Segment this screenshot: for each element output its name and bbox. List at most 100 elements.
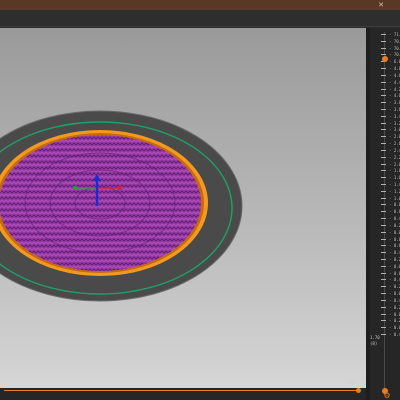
layer-tick	[381, 68, 386, 70]
layer-tick	[381, 149, 386, 151]
layer-tick	[381, 143, 386, 145]
layer-tick	[381, 40, 386, 42]
title-bar: ✕	[0, 0, 400, 10]
layer-tick	[381, 102, 386, 104]
layer-tick	[381, 177, 386, 179]
layer-tick	[381, 252, 386, 254]
close-icon[interactable]: ✕	[376, 0, 386, 10]
layer-tick	[381, 204, 386, 206]
layer-tick-label: - 0.4	[389, 277, 400, 283]
layer-tick-label: - 3.0	[389, 127, 400, 133]
axis-x-dot	[118, 186, 122, 190]
layer-tick	[381, 306, 386, 308]
layer-tick-label: - 0.2	[389, 284, 400, 290]
layer-tick	[381, 245, 386, 247]
layer-tick-label: - 0.6	[389, 270, 400, 276]
layer-tick	[381, 299, 386, 301]
layer-tick-label: - 0.0	[389, 291, 400, 297]
plate-preview	[0, 110, 243, 302]
move-slider-value: 4097	[348, 380, 358, 385]
layer-tick	[381, 334, 386, 335]
layer-tick	[381, 211, 386, 213]
layer-readout: 1.70 (8)	[370, 335, 380, 347]
layer-tick-label: - 4.2	[389, 86, 400, 92]
layer-tick	[381, 34, 386, 35]
move-slider-handle[interactable]	[356, 388, 361, 393]
layer-tick-label: - 0.8	[389, 202, 400, 208]
3d-viewport[interactable]	[0, 28, 366, 388]
layer-tick	[381, 95, 386, 97]
layer-tick	[381, 320, 386, 322]
layer-tick	[381, 286, 386, 288]
layer-tick	[381, 259, 386, 260]
layer-tick-label: - 0.0	[389, 229, 400, 235]
layer-tick-label: - 2.8	[389, 134, 400, 140]
layer-tick-label: - 70.0	[389, 52, 400, 58]
layer-tick-label: - 0.2	[389, 222, 400, 228]
layer-tick	[381, 313, 386, 315]
layer-tick-label: - 1.2	[389, 188, 400, 194]
layer-tick	[381, 170, 386, 172]
layer-tick	[381, 218, 386, 220]
layer-number-value: (8)	[370, 341, 378, 346]
settings-icon[interactable]: ⚙	[382, 390, 392, 400]
layer-tick	[381, 197, 386, 199]
layer-tick	[381, 190, 386, 192]
layer-tick-label: - 4.6	[389, 72, 400, 78]
layer-tick-label: - 6.0	[389, 59, 400, 65]
layer-tick-label: - 3.8	[389, 100, 400, 106]
layer-tick-label: - 0.6	[389, 209, 400, 215]
layer-tick-label: - 0.2	[389, 318, 400, 324]
layer-tick-label: - 0.4	[389, 297, 400, 303]
move-slider-track[interactable]	[4, 390, 358, 391]
layer-tick-label: - 70.2	[389, 45, 400, 51]
layer-tick-label: - 3.6	[389, 107, 400, 112]
layer-tick-label: - 0.0	[389, 311, 400, 317]
layer-tick	[381, 293, 386, 295]
layer-slider-track[interactable]	[384, 32, 385, 394]
layer-tick	[381, 136, 386, 138]
layer-tick	[381, 81, 386, 83]
layer-tick-label: - 1.8	[389, 168, 400, 174]
layer-tick-label: - 0.2	[389, 304, 400, 310]
layer-tick	[381, 265, 386, 267]
layer-tick	[381, 122, 386, 124]
layer-tick-label: - 4.4	[389, 79, 400, 85]
layer-tick-label: - 0.8	[389, 236, 400, 242]
layer-tick-label: - 3.2	[389, 120, 400, 126]
layer-tick	[381, 163, 386, 165]
layer-tick-label: - 0.4	[389, 250, 400, 256]
layer-tick-label: - 0.4	[389, 216, 400, 222]
layer-tick-label: - 2.2	[389, 154, 400, 160]
layer-tick	[381, 327, 386, 329]
layer-tick-label: - 0.6	[389, 243, 400, 249]
layer-tick	[381, 156, 386, 158]
layer-tick-label: - 0.4	[389, 332, 400, 337]
infill-surface	[0, 135, 201, 271]
layer-tick-label: - 71.0	[389, 32, 400, 37]
layer-tick-label: - 3.4	[389, 113, 400, 119]
layer-tick	[381, 224, 386, 226]
layer-tick-label: - 1.4	[389, 182, 400, 187]
layer-tick	[381, 74, 386, 76]
layer-tick-label: - 70.4	[389, 38, 400, 44]
move-slider[interactable]: 4097	[0, 380, 366, 400]
layer-tick-label: - 0.2	[389, 257, 400, 262]
axis-y-dot	[73, 186, 77, 190]
layer-tick-label: - 0.0	[389, 263, 400, 269]
layer-tick-label: - 4.0	[389, 93, 400, 99]
layer-tick	[381, 47, 386, 49]
layer-tick	[381, 88, 386, 90]
layer-tick	[381, 115, 386, 117]
layer-tick-label: - 2.0	[389, 161, 400, 167]
layer-tick-label: - 1.6	[389, 175, 400, 181]
layer-slider-top-handle[interactable]	[382, 56, 388, 62]
layer-tick-label: - 2.6	[389, 141, 400, 147]
layer-tick	[381, 238, 386, 240]
toolbar	[0, 10, 400, 27]
layer-tick	[381, 272, 386, 274]
layer-tick-label: - 4.8	[389, 66, 400, 72]
layer-tick-label: - 1.0	[389, 195, 400, 201]
layer-tick	[381, 231, 386, 233]
layer-tick	[381, 279, 386, 281]
